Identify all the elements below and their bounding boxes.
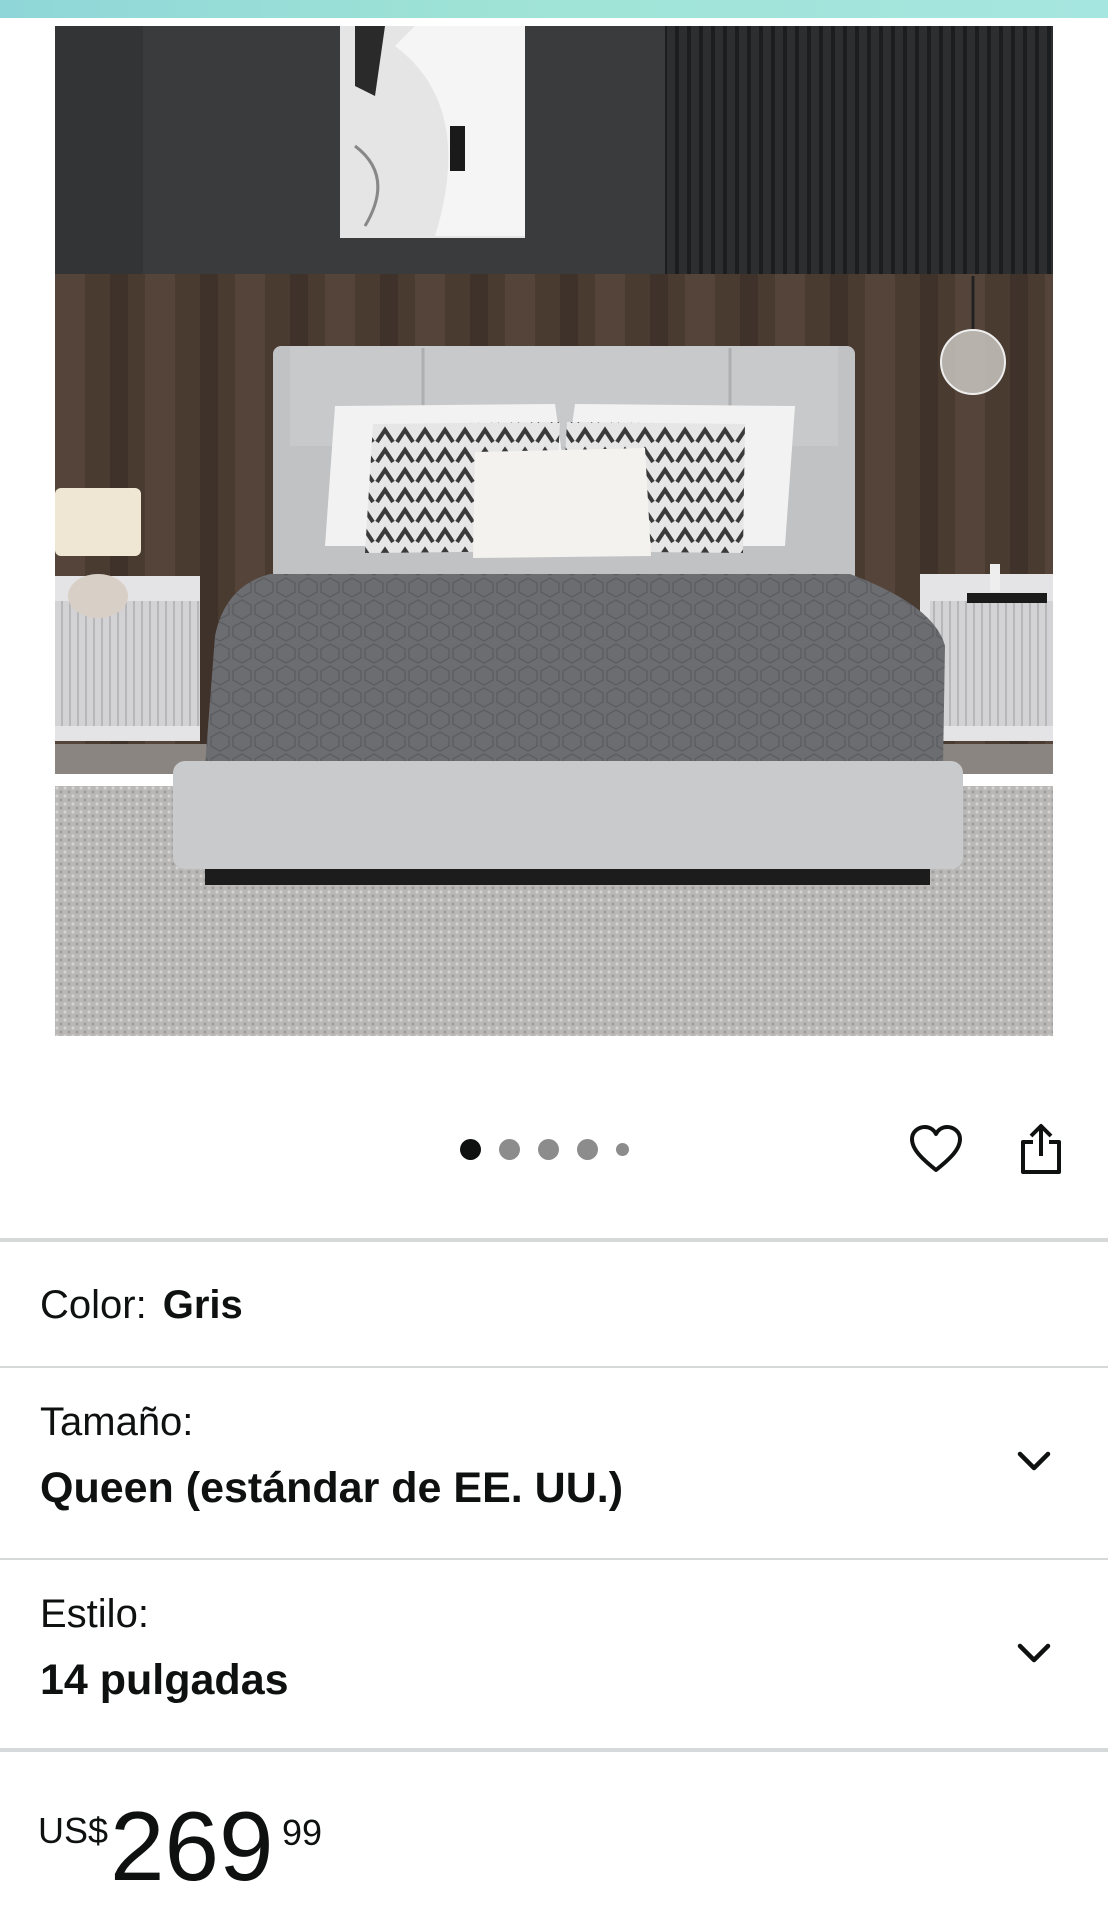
wishlist-button[interactable] [905,1118,967,1180]
share-button[interactable] [1010,1118,1072,1180]
price-currency: US$ [38,1810,109,1851]
section-divider [0,1748,1108,1752]
chevron-down-icon [1017,1643,1051,1663]
color-value: Gris [162,1283,243,1327]
pagination-dot[interactable] [616,1142,629,1156]
color-selector: Color: Gris [40,1283,243,1328]
pagination-dot[interactable] [538,1138,559,1160]
price-fraction: 99 [282,1812,323,1853]
section-divider [0,1238,1108,1242]
style-selector[interactable]: Estilo: 14 pulgadas [0,1560,1108,1750]
heart-icon [910,1125,962,1172]
color-label: Color: [40,1283,147,1327]
pagination-dot[interactable] [499,1138,520,1160]
image-pagination-dots[interactable] [460,1138,629,1160]
size-label: Tamaño: [40,1400,194,1444]
pagination-dot[interactable] [577,1138,598,1160]
top-accent-strip [0,0,1108,18]
chevron-down-icon [1017,1451,1051,1471]
style-value: 14 pulgadas [40,1656,289,1704]
pagination-dot-active[interactable] [460,1138,481,1160]
size-selector[interactable]: Tamaño: Queen (estándar de EE. UU.) [0,1368,1108,1558]
product-image[interactable] [55,26,1053,1036]
share-icon [1021,1124,1061,1174]
size-value: Queen (estándar de EE. UU.) [40,1464,624,1512]
price-whole: 269 [110,1791,274,1901]
style-label: Estilo: [40,1592,149,1636]
